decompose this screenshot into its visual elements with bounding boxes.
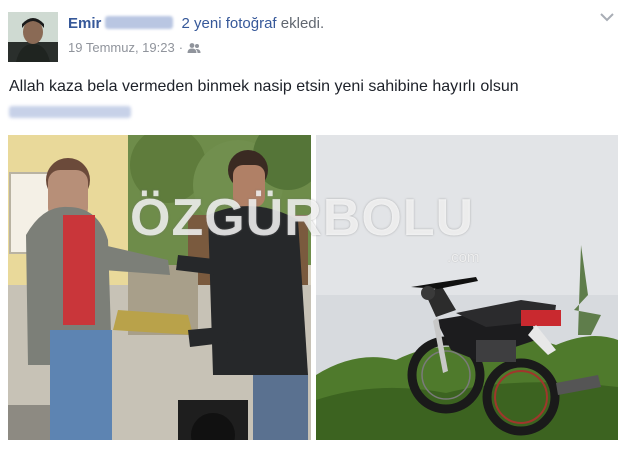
redacted-surname — [105, 16, 174, 29]
post-text: Allah kaza bela vermeden binmek nasip et… — [9, 78, 519, 95]
author-name[interactable]: Emir — [68, 15, 101, 32]
post-header: Emir 2 yeni fotoğraf ekledi. — [68, 15, 324, 32]
profile-avatar[interactable] — [8, 12, 58, 62]
watermark-domain: .com — [447, 249, 480, 266]
meta-separator: · — [178, 40, 184, 55]
post-meta: 19 Temmuz, 19:23 · — [68, 40, 201, 57]
watermark-text: ÖZGÜRBOLU — [130, 189, 475, 247]
photo-motorcycle[interactable] — [316, 135, 618, 440]
photo-exchange[interactable] — [8, 135, 311, 440]
action-text: ekledi. — [280, 15, 325, 32]
post-timestamp[interactable]: 19 Temmuz, 19:23 — [68, 40, 175, 55]
feed-post: Emir 2 yeni fotoğraf ekledi. 19 Temmuz, … — [0, 0, 626, 450]
redacted-tag — [9, 106, 131, 118]
photos-link[interactable]: 2 yeni fotoğraf — [182, 15, 277, 32]
friends-icon[interactable] — [187, 42, 201, 57]
chevron-down-icon[interactable] — [598, 10, 616, 24]
